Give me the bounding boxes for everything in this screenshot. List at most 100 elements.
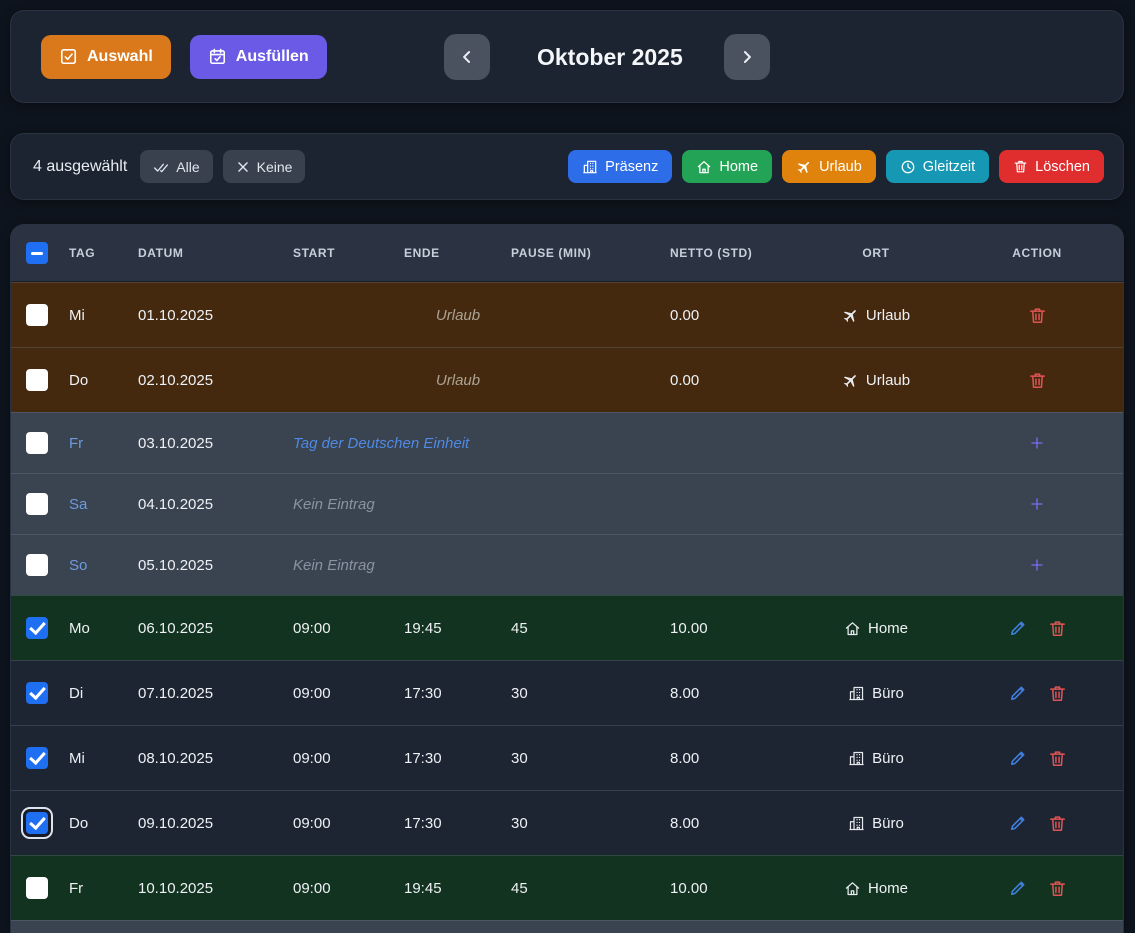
- edit-button[interactable]: [1008, 748, 1028, 768]
- table-row: Fr 03.10.2025 Tag der Deutschen Einheit: [11, 412, 1123, 473]
- row-date: 03.10.2025: [129, 435, 284, 452]
- row-date: 01.10.2025: [129, 307, 284, 324]
- row-location-label: Büro: [872, 685, 904, 702]
- row-start: 09:00: [284, 815, 395, 832]
- fill-label: Ausfüllen: [236, 48, 309, 66]
- add-entry-button[interactable]: [1029, 496, 1045, 512]
- delete-button[interactable]: [1028, 306, 1047, 325]
- row-checkbox[interactable]: [26, 554, 48, 576]
- select-none-button[interactable]: Keine: [223, 150, 306, 183]
- row-netto: 0.00: [661, 307, 801, 324]
- table-body: Mi 01.10.2025 Urlaub 0.00 Urlaub: [11, 282, 1123, 920]
- bulk-home-button[interactable]: Home: [682, 150, 772, 183]
- table-row: Mo 06.10.2025 09:00 19:45 45 10.00 Home: [11, 595, 1123, 660]
- bulk-urlaub-label: Urlaub: [819, 159, 862, 175]
- delete-button[interactable]: [1028, 371, 1047, 390]
- table-row: Sa 04.10.2025 Kein Eintrag: [11, 473, 1123, 534]
- row-date: 07.10.2025: [129, 685, 284, 702]
- column-header-netto: Netto (Std): [661, 246, 801, 260]
- delete-button[interactable]: [1048, 814, 1067, 833]
- row-date: 08.10.2025: [129, 750, 284, 767]
- calendar-check-icon: [208, 47, 227, 66]
- clock-icon: [900, 159, 916, 175]
- row-pause: 45: [502, 620, 661, 637]
- fill-button[interactable]: Ausfüllen: [190, 35, 327, 79]
- select-all-label: Alle: [176, 159, 199, 175]
- row-checkbox[interactable]: [26, 432, 48, 454]
- select-mode-button[interactable]: Auswahl: [41, 35, 171, 79]
- edit-button[interactable]: [1008, 683, 1028, 703]
- select-all-button[interactable]: Alle: [140, 150, 212, 183]
- select-none-label: Keine: [257, 159, 293, 175]
- row-day: Di: [59, 685, 129, 702]
- column-header-action: Action: [951, 246, 1123, 260]
- row-actions: [951, 878, 1123, 898]
- row-checkbox[interactable]: [26, 493, 48, 515]
- table-header: Tag Datum Start Ende Pause (Min) Netto (…: [11, 225, 1123, 282]
- row-end: 17:30: [395, 685, 502, 702]
- add-entry-button[interactable]: [1029, 435, 1045, 451]
- delete-button[interactable]: [1048, 684, 1067, 703]
- plane-icon: [842, 307, 859, 324]
- row-note: Tag der Deutschen Einheit: [284, 435, 801, 452]
- trash-icon: [1013, 159, 1028, 174]
- row-checkbox[interactable]: [26, 877, 48, 899]
- checkbox-check-icon: [59, 47, 78, 66]
- row-date: 04.10.2025: [129, 496, 284, 513]
- row-note: Kein Eintrag: [284, 496, 801, 513]
- select-all-checkbox[interactable]: [26, 242, 48, 264]
- selected-count: 4 ausgewählt: [33, 158, 127, 176]
- row-checkbox[interactable]: [26, 747, 48, 769]
- column-header-ort: Ort: [801, 246, 951, 260]
- row-location: Urlaub: [801, 372, 951, 389]
- row-start: 09:00: [284, 685, 395, 702]
- add-entry-button[interactable]: [1029, 557, 1045, 573]
- bulk-praesenz-label: Präsenz: [605, 159, 658, 175]
- table-row: So 05.10.2025 Kein Eintrag: [11, 534, 1123, 595]
- bulk-loeschen-button[interactable]: Löschen: [999, 150, 1104, 183]
- row-location-label: Urlaub: [866, 372, 910, 389]
- table-row-partial: [11, 920, 1123, 933]
- row-location: Büro: [801, 750, 951, 767]
- home-icon: [696, 159, 712, 175]
- bulk-praesenz-button[interactable]: Präsenz: [568, 150, 672, 183]
- delete-button[interactable]: [1048, 879, 1067, 898]
- bulk-gleitzeit-button[interactable]: Gleitzeit: [886, 150, 989, 183]
- building-icon: [582, 159, 598, 175]
- prev-month-button[interactable]: [444, 34, 490, 80]
- row-actions: [951, 618, 1123, 638]
- row-netto: 8.00: [661, 815, 801, 832]
- row-start: 09:00: [284, 620, 395, 637]
- edit-button[interactable]: [1008, 878, 1028, 898]
- row-checkbox[interactable]: [26, 369, 48, 391]
- edit-button[interactable]: [1008, 618, 1028, 638]
- row-netto: 10.00: [661, 880, 801, 897]
- row-location: Home: [801, 880, 951, 897]
- delete-button[interactable]: [1048, 619, 1067, 638]
- bulk-gleitzeit-label: Gleitzeit: [923, 159, 975, 175]
- row-end: 17:30: [395, 750, 502, 767]
- row-checkbox[interactable]: [26, 682, 48, 704]
- bulk-urlaub-button[interactable]: Urlaub: [782, 150, 876, 183]
- row-location: Home: [801, 620, 951, 637]
- row-day: So: [59, 557, 129, 574]
- table-row: Do 09.10.2025 09:00 17:30 30 8.00 Büro: [11, 790, 1123, 855]
- row-checkbox[interactable]: [26, 304, 48, 326]
- delete-button[interactable]: [1048, 749, 1067, 768]
- row-checkbox[interactable]: [26, 617, 48, 639]
- edit-button[interactable]: [1008, 813, 1028, 833]
- plane-icon: [796, 159, 812, 175]
- next-month-button[interactable]: [724, 34, 770, 80]
- row-start: 09:00: [284, 750, 395, 767]
- row-location-label: Büro: [872, 750, 904, 767]
- row-location: Büro: [801, 685, 951, 702]
- row-day: Mi: [59, 307, 129, 324]
- x-icon: [236, 160, 250, 174]
- row-location-label: Urlaub: [866, 307, 910, 324]
- row-actions: [951, 557, 1123, 573]
- table-row: Mi 08.10.2025 09:00 17:30 30 8.00 Büro: [11, 725, 1123, 790]
- bulk-home-label: Home: [719, 159, 758, 175]
- bulk-actions: Präsenz Home Urlaub Gleitzeit Löschen: [568, 150, 1104, 183]
- row-checkbox[interactable]: [26, 812, 48, 834]
- row-date: 06.10.2025: [129, 620, 284, 637]
